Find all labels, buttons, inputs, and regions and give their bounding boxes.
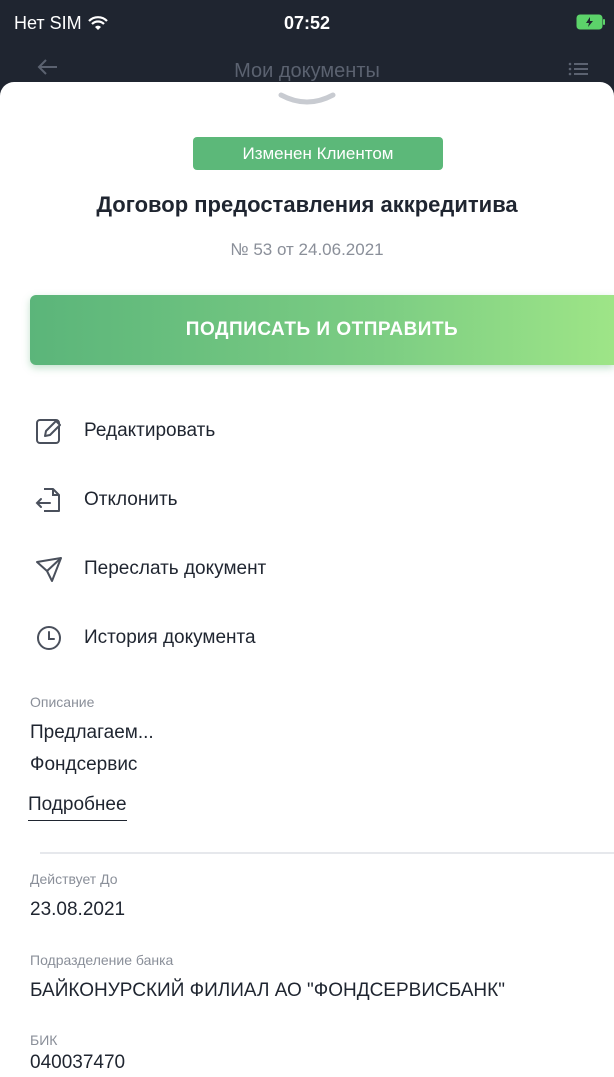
sign-and-send-button[interactable]: ПОДПИСАТЬ И ОТПРАВИТЬ: [30, 295, 614, 365]
valid-until-value: 23.08.2021: [30, 899, 126, 920]
history-icon: [34, 623, 64, 653]
document-sheet: Изменен Клиентом Договор предоставления …: [0, 82, 614, 1077]
send-icon: [34, 554, 64, 584]
list-menu-icon[interactable]: [568, 60, 588, 83]
status-time: 07:52: [283, 13, 331, 33]
sheet-collapse-chevron-icon[interactable]: [0, 92, 614, 113]
status-bar: Нет SIM 07:52: [0, 0, 614, 44]
bic-label: БИК: [30, 1032, 58, 1048]
action-forward-label: Переслать документ: [84, 558, 267, 579]
action-edit[interactable]: Редактировать: [34, 416, 215, 446]
battery-icon: [576, 14, 606, 35]
action-edit-label: Редактировать: [84, 420, 216, 441]
nav-title: Мои документы: [234, 60, 380, 82]
reject-icon: [34, 485, 64, 515]
description-line-1: Предлагаем...: [30, 722, 154, 743]
more-details-link[interactable]: Подробнее: [28, 794, 127, 821]
bank-branch-label: Подразделение банка: [30, 952, 174, 968]
bank-branch-value: БАЙКОНУРСКИЙ ФИЛИАЛ АО "ФОНДСЕРВИСБАНК": [30, 980, 505, 1001]
document-number: № 53 от 24.06.2021: [230, 240, 384, 259]
action-forward[interactable]: Переслать документ: [34, 554, 266, 584]
action-history-label: История документа: [84, 627, 256, 648]
divider: [40, 852, 614, 854]
valid-until-label: Действует До: [30, 871, 118, 887]
status-badge: Изменен Клиентом: [193, 137, 443, 170]
action-reject[interactable]: Отклонить: [34, 485, 178, 515]
document-title: Договор предоставления аккредитива: [96, 192, 518, 217]
edit-icon: [34, 416, 64, 446]
description-line-2: Фондсервис: [30, 754, 138, 775]
description-label: Описание: [30, 694, 95, 710]
action-history[interactable]: История документа: [34, 623, 256, 653]
bic-value: 040037470: [30, 1052, 126, 1073]
action-reject-label: Отклонить: [84, 489, 178, 510]
